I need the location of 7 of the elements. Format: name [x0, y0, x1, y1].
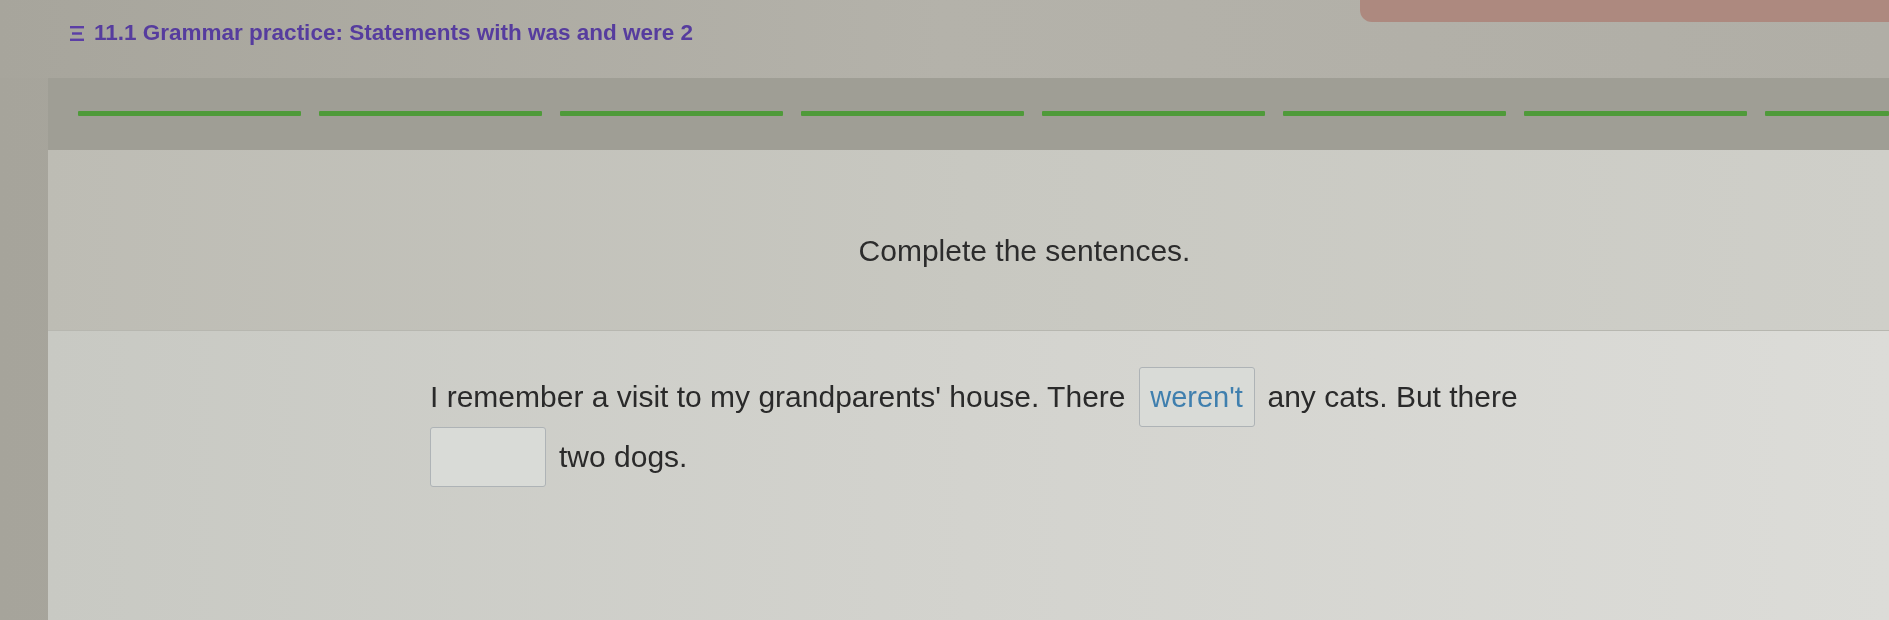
- menu-icon[interactable]: [70, 25, 84, 41]
- lesson-title: 11.1 Grammar practice: Statements with was and were 2: [94, 20, 693, 46]
- sentence-text: any cats. But there: [1267, 379, 1518, 415]
- sentence-text: two dogs.: [559, 439, 688, 475]
- sentence-text: I remember a visit to my grandparents' house. There: [430, 379, 1126, 415]
- instructions-text: Complete the sentences.: [858, 234, 1191, 268]
- answer-box[interactable]: weren't: [1138, 367, 1255, 427]
